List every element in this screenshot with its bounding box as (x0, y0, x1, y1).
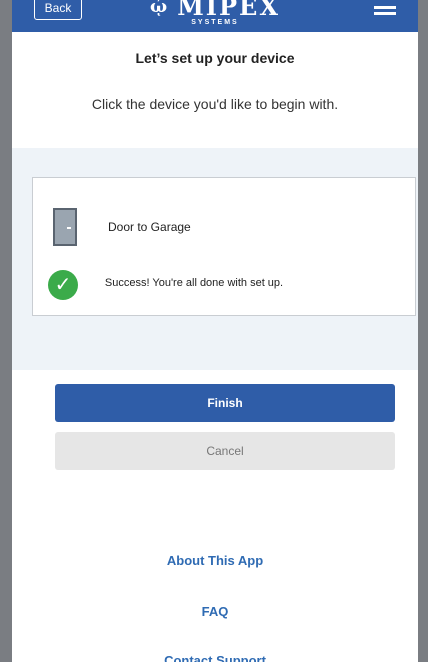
logo-text: MIPEX (177, 0, 280, 21)
finish-button[interactable]: Finish (55, 384, 395, 422)
door-icon (53, 208, 77, 246)
hamburger-icon[interactable] (374, 6, 396, 16)
cancel-button[interactable]: Cancel (55, 432, 395, 470)
logo-subtext: SYSTEMS (191, 19, 239, 26)
page-title: Let’s set up your device (135, 50, 295, 66)
device-name: Door to Garage (108, 220, 191, 234)
page-subtitle: Click the device you'd like to begin wit… (91, 96, 339, 112)
device-panel: Door to Garage ✓ Success! You're all don… (12, 148, 418, 370)
app-viewport: Back ᾦ MIPEX SYSTEMS Let’s set up your de… (12, 0, 418, 662)
contact-support-link[interactable]: Contact Support (12, 653, 418, 662)
check-circle-icon: ✓ (48, 270, 78, 300)
brand-logo[interactable]: ᾦ MIPEX (12, 0, 418, 21)
device-card[interactable]: Door to Garage ✓ Success! You're all don… (32, 177, 416, 316)
app-header: Back ᾦ MIPEX SYSTEMS (12, 0, 418, 32)
success-message: Success! You're all done with set up. (104, 277, 284, 289)
about-app-link[interactable]: About This App (12, 553, 418, 568)
left-frame-border (0, 0, 12, 662)
logo-mark-icon: ᾦ (150, 0, 170, 17)
right-frame-border (418, 0, 428, 662)
faq-link[interactable]: FAQ (12, 604, 418, 619)
